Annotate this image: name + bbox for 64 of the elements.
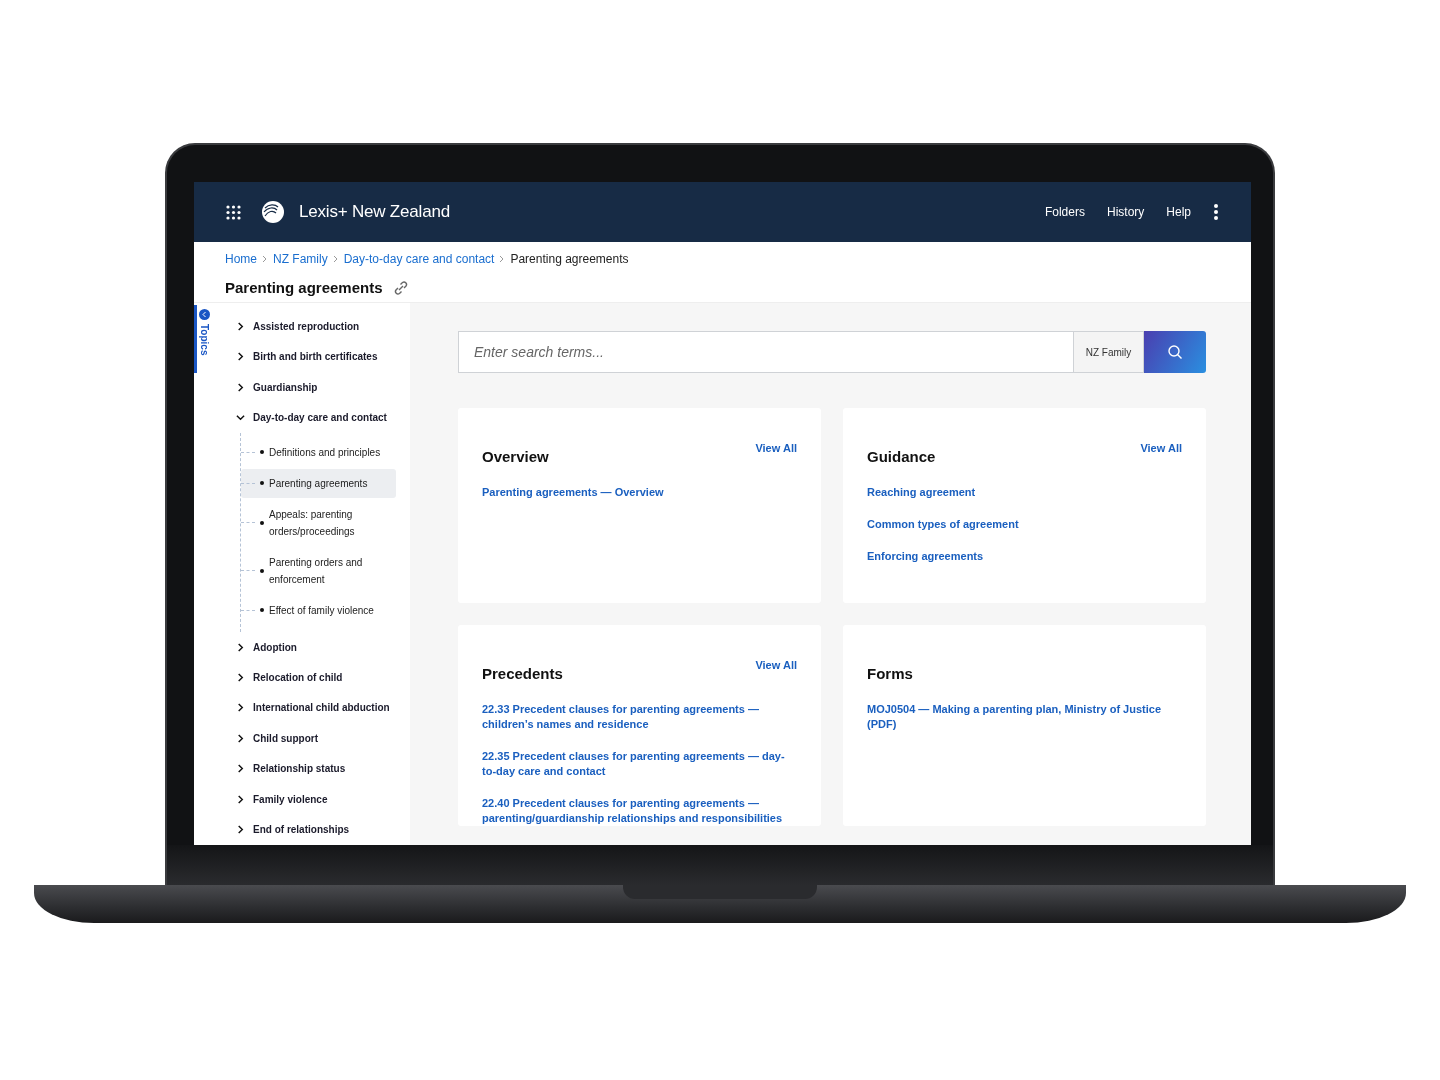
chevron-right-icon (236, 794, 245, 804)
chevron-right-icon (236, 382, 245, 392)
breadcrumb-link[interactable]: NZ Family (273, 252, 328, 266)
view-all-link[interactable]: View All (1140, 442, 1182, 454)
card-link[interactable]: Reaching agreement (867, 485, 1182, 500)
app-grid-icon[interactable] (226, 204, 241, 220)
subtopic-item[interactable]: Effect of family violence (241, 595, 396, 625)
chevron-right-icon (236, 825, 245, 835)
page-location-text: Parenting agreements (510, 252, 629, 266)
subtopic-item[interactable]: Definitions and principles (241, 437, 396, 467)
view-all-link[interactable]: View All (755, 442, 797, 454)
chevron-right-icon (236, 642, 245, 652)
card-link[interactable]: Enforcing agreements (867, 549, 1182, 564)
breadcrumb-link[interactable]: Day-to-day care and contact (343, 252, 495, 266)
chevron-right-icon (236, 733, 245, 743)
nav-link[interactable]: Help (1166, 205, 1191, 219)
topic-item[interactable]: Family violence (236, 784, 396, 815)
breadcrumb-link[interactable]: Home (225, 252, 257, 266)
breadcrumb-separator-icon (499, 255, 506, 263)
card-link[interactable]: Common types of agreement (867, 517, 1182, 532)
topic-item[interactable]: Relationship status (236, 753, 396, 785)
card-title: Guidance (867, 448, 936, 465)
topic-item[interactable]: Assisted reproduction (236, 311, 396, 342)
topic-item[interactable]: End of relationships (236, 814, 396, 845)
breadcrumb-separator-icon (262, 255, 268, 263)
topics-label: Topics (198, 324, 210, 356)
search-icon (1167, 344, 1183, 360)
card-link[interactable]: 22.35 Precedent clauses for parenting agreements — day-to-day care and contact (482, 749, 797, 779)
page-title: Parenting agreements (225, 279, 383, 296)
topic-item[interactable]: International child abduction (236, 692, 396, 724)
chevron-right-icon (236, 703, 245, 713)
chevron-right-icon (236, 673, 245, 682)
topic-item[interactable]: Relocation of child (236, 662, 396, 693)
topic-item[interactable]: Child support (236, 723, 396, 754)
card-title: Forms (867, 665, 913, 682)
topic-item[interactable]: Day-to-day care and contact (236, 402, 396, 433)
card-link[interactable]: 22.33 Precedent clauses for parenting agreements — children’s names and residence (482, 702, 797, 732)
chevron-down-icon (236, 413, 245, 423)
subtopic-item[interactable]: Appeals: parenting orders/proceedings (241, 499, 396, 546)
chevron-right-icon (236, 321, 245, 331)
logo-icon (261, 200, 285, 224)
search-field[interactable]: Enter search terms... (458, 331, 1073, 373)
more-options-icon[interactable] (1213, 203, 1219, 221)
breadcrumb-separator-icon (332, 255, 339, 263)
scope-button[interactable]: NZ Family (1073, 331, 1144, 373)
subtopic-item[interactable]: Parenting agreements (241, 468, 396, 498)
link-icon[interactable] (392, 279, 409, 296)
subtopic-item[interactable]: Parenting orders and enforcement (241, 547, 396, 594)
search-button[interactable] (1144, 331, 1206, 373)
view-all-link[interactable]: View All (755, 659, 797, 671)
nav-link[interactable]: Folders (1044, 205, 1085, 219)
card-link[interactable]: MOJ0504 — Making a parenting plan, Ministry of Justice (PDF) (867, 702, 1182, 732)
chevron-right-icon (236, 764, 245, 774)
card-link[interactable]: 22.40 Precedent clauses for parenting agreements — parenting/guardianship relationships and responsibilities (482, 796, 797, 826)
chevron-right-icon (236, 352, 245, 362)
topic-item[interactable]: Adoption (236, 631, 396, 663)
card-title: Overview (482, 448, 549, 465)
topics-tab[interactable]: Topics (194, 305, 211, 373)
topic-item[interactable]: Birth and birth certificates (236, 341, 396, 372)
card-title: Precedents (482, 665, 563, 682)
brand-name: Lexis+ New Zealand (299, 202, 450, 222)
nav-link[interactable]: History (1106, 205, 1145, 219)
card-link[interactable]: Parenting agreements — Overview (482, 485, 797, 500)
topic-item[interactable]: Guardianship (236, 371, 396, 403)
